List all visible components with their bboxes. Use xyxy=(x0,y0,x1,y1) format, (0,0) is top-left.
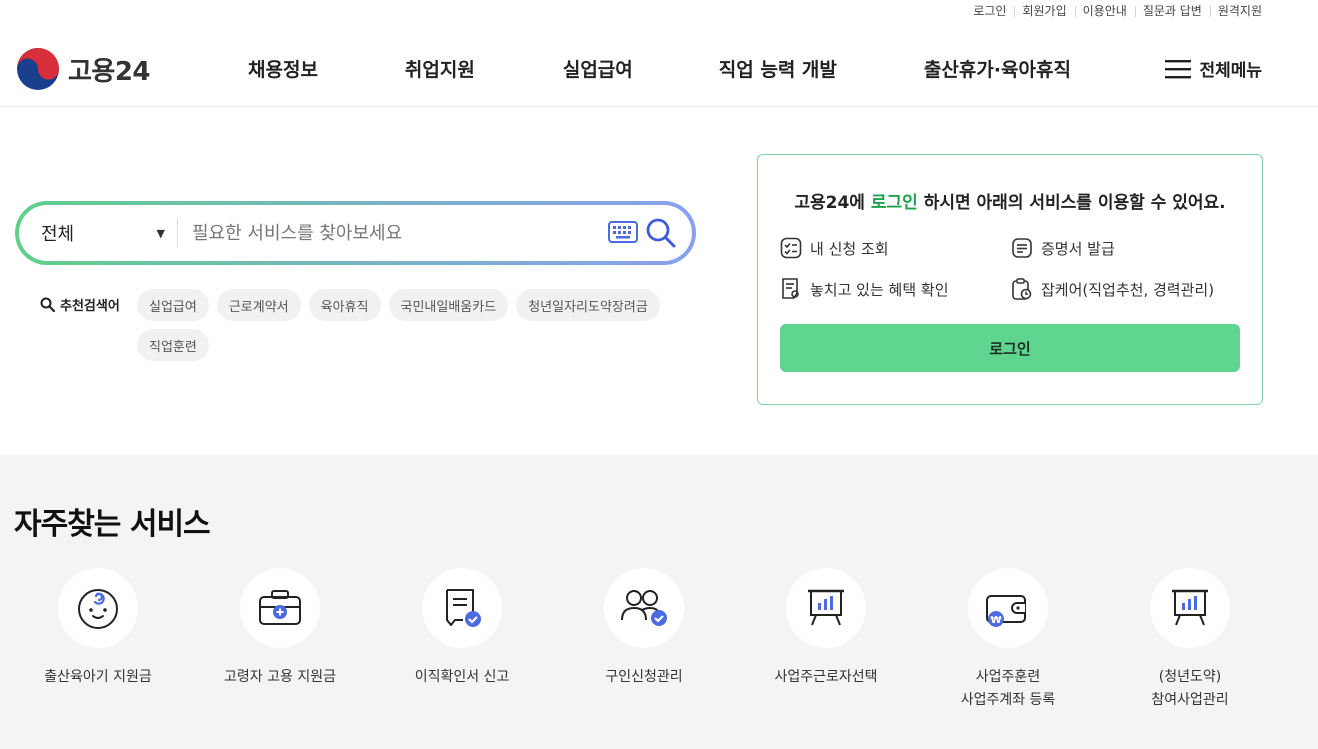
login-panel: 고용24에 로그인 하시면 아래의 서비스를 이용할 수 있어요. 내 신청 조… xyxy=(757,154,1263,405)
keyword-chip[interactable]: 실업급여 xyxy=(137,289,209,321)
section-title: 자주찾는 서비스 xyxy=(14,507,211,542)
search-input[interactable] xyxy=(178,222,588,244)
nav-unemployment-benefit[interactable]: 실업급여 xyxy=(563,55,633,82)
search-scope-select[interactable]: 전체 ▼ xyxy=(19,205,177,261)
keyword-chip[interactable]: 근로계약서 xyxy=(216,289,301,321)
service-label: 잡케어(직업추천, 경력관리) xyxy=(1041,280,1215,299)
recommend-label: 추천검색어 xyxy=(40,295,120,314)
taegeuk-logo-icon xyxy=(17,48,59,90)
nav-job-info[interactable]: 채용정보 xyxy=(248,55,318,82)
frequent-services-section: 자주찾는 서비스 출산육아기 지원금 고령자 고용 지원금 이직확인서 신고 구… xyxy=(0,455,1318,749)
nav-vocational-training[interactable]: 직업 능력 개발 xyxy=(719,55,837,82)
frequent-item-youth-program[interactable]: (청년도약) 참여사업관리 xyxy=(1099,568,1281,712)
service-certificate[interactable]: 증명서 발급 xyxy=(1011,237,1115,259)
nav-parental-leave[interactable]: 출산휴가·육아휴직 xyxy=(924,55,1071,82)
frequent-item-circle xyxy=(786,568,866,648)
frequent-item-employer-worker-select[interactable]: 사업주근로자선택 xyxy=(735,568,917,689)
util-login-link[interactable]: 로그인 xyxy=(965,4,1014,18)
document-icon xyxy=(1012,238,1032,258)
wallet-won-icon: ₩ xyxy=(986,595,1026,627)
frequent-item-label: (청년도약) 참여사업관리 xyxy=(1151,669,1229,708)
frequent-item-circle xyxy=(604,568,684,648)
people-check-icon xyxy=(621,590,667,626)
service-label: 내 신청 조회 xyxy=(810,239,889,258)
checklist-icon xyxy=(780,237,802,259)
keyboard-icon[interactable] xyxy=(608,221,638,243)
frequent-item-label: 이직확인서 신고 xyxy=(414,669,510,685)
search-icon[interactable] xyxy=(645,217,677,249)
frequent-item-label: 구인신청관리 xyxy=(605,669,683,685)
frequent-item-elderly-subsidy[interactable]: 고령자 고용 지원금 xyxy=(189,568,371,689)
frequent-item-label: 사업주근로자선택 xyxy=(774,669,878,685)
util-signup-link[interactable]: 회원가입 xyxy=(1014,4,1074,18)
keyword-chip[interactable]: 직업훈련 xyxy=(137,329,209,361)
search-bar: 전체 ▼ xyxy=(15,201,696,265)
login-panel-title: 고용24에 로그인 하시면 아래의 서비스를 이용할 수 있어요. xyxy=(758,188,1262,213)
receipt-icon xyxy=(782,278,799,299)
util-remote-link[interactable]: 원격지원 xyxy=(1209,4,1262,18)
keyword-chip[interactable]: 청년일자리도약장려금 xyxy=(516,289,660,321)
util-guide-link[interactable]: 이용안내 xyxy=(1074,4,1135,18)
header: 고용24 채용정보 취업지원 실업급여 직업 능력 개발 출산휴가·육아휴직 전… xyxy=(0,22,1318,107)
all-menu-label: 전체메뉴 xyxy=(1199,61,1262,81)
clipboard-clock-icon xyxy=(1012,278,1032,300)
service-label: 증명서 발급 xyxy=(1041,239,1115,258)
frequent-item-employer-training-account[interactable]: ₩ 사업주훈련 사업주계좌 등록 xyxy=(917,568,1099,712)
service-missed-benefits[interactable]: 놓치고 있는 혜택 확인 xyxy=(780,277,949,301)
login-title-highlight: 로그인 xyxy=(870,193,918,213)
service-my-applications[interactable]: 내 신청 조회 xyxy=(780,237,889,259)
svg-text:₩: ₩ xyxy=(990,615,1001,626)
logo[interactable]: 고용24 xyxy=(16,47,151,91)
frequent-item-circle: ₩ xyxy=(968,568,1048,648)
frequent-item-circle xyxy=(58,568,138,648)
service-jobcare[interactable]: 잡케어(직업추천, 경력관리) xyxy=(1011,277,1214,301)
frequent-item-label: 사업주훈련 사업주계좌 등록 xyxy=(960,669,1056,708)
login-title-post: 하시면 아래의 서비스를 이용할 수 있어요. xyxy=(917,193,1226,213)
caret-down-icon: ▼ xyxy=(156,226,165,240)
hamburger-icon xyxy=(1165,59,1192,78)
baby-face-icon xyxy=(78,589,118,629)
chart-board-icon xyxy=(1172,589,1208,626)
main-nav: 채용정보 취업지원 실업급여 직업 능력 개발 출산휴가·육아휴직 xyxy=(248,55,1071,82)
all-menu-button[interactable]: 전체메뉴 xyxy=(1165,56,1262,81)
recommend-label-text: 추천검색어 xyxy=(60,299,120,314)
service-label: 놓치고 있는 혜택 확인 xyxy=(810,280,949,299)
recommend-keywords: 실업급여 근로계약서 육아휴직 국민내일배움카드 청년일자리도약장려금 직업훈련 xyxy=(137,289,697,361)
frequent-item-circle xyxy=(422,568,502,648)
frequent-item-circle xyxy=(1150,568,1230,648)
chart-board-icon xyxy=(808,589,844,626)
utility-nav: 로그인 회원가입 이용안내 질문과 답변 원격지원 xyxy=(965,0,1262,22)
medical-briefcase-icon xyxy=(259,590,301,625)
frequent-item-separation-report[interactable]: 이직확인서 신고 xyxy=(371,568,553,689)
keyword-chip[interactable]: 육아휴직 xyxy=(308,289,381,321)
login-button[interactable]: 로그인 xyxy=(780,324,1240,372)
search-scope-value: 전체 xyxy=(41,224,75,245)
frequent-item-childcare-subsidy[interactable]: 출산육아기 지원금 xyxy=(7,568,189,689)
login-title-pre: 고용24에 xyxy=(794,193,871,213)
magnifier-icon xyxy=(40,297,55,312)
frequent-item-label: 고령자 고용 지원금 xyxy=(224,669,336,685)
search-inner: 전체 ▼ xyxy=(19,205,692,261)
frequent-item-label: 출산육아기 지원금 xyxy=(44,669,152,685)
frequent-item-circle xyxy=(240,568,320,648)
util-qna-link[interactable]: 질문과 답변 xyxy=(1134,4,1210,18)
certificate-check-icon xyxy=(446,589,481,627)
nav-employment-support[interactable]: 취업지원 xyxy=(405,55,475,82)
logo-text: 고용24 xyxy=(68,56,151,87)
keyword-chip[interactable]: 국민내일배움카드 xyxy=(388,289,509,321)
frequent-item-recruit-management[interactable]: 구인신청관리 xyxy=(553,568,735,689)
